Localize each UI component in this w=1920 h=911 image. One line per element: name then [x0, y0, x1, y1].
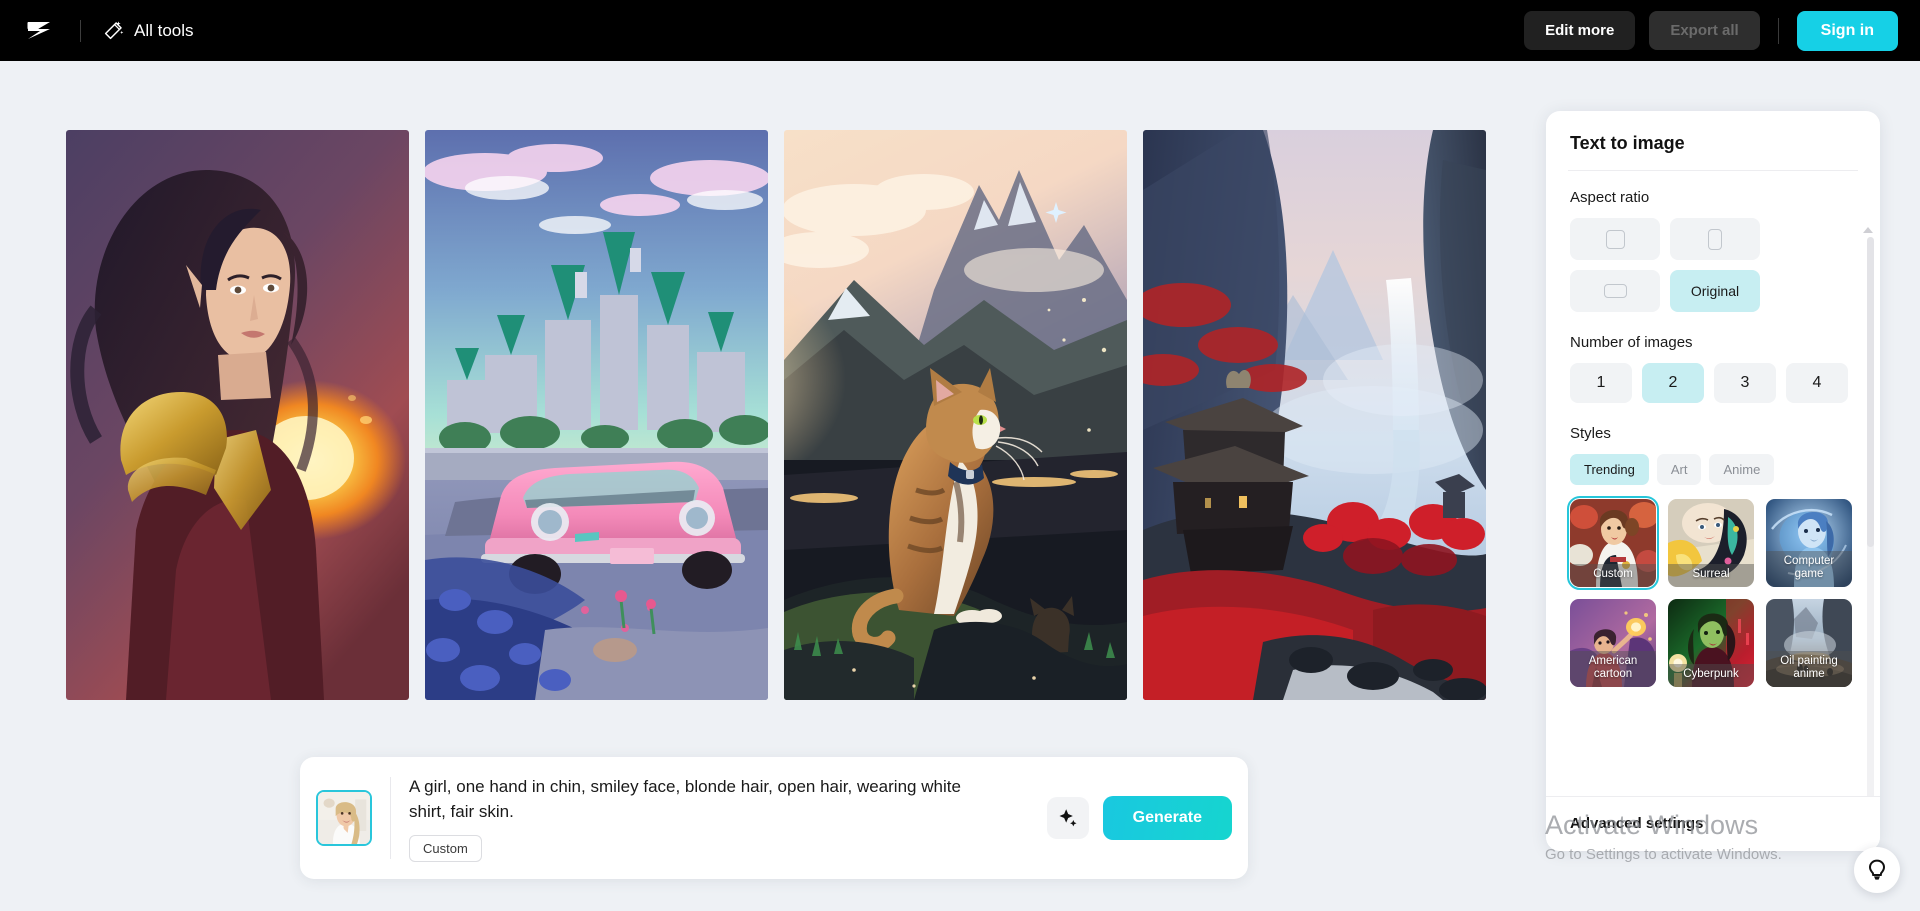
style-card-custom[interactable]: Custom: [1567, 496, 1659, 590]
scroll-up-arrow-icon[interactable]: [1863, 227, 1873, 233]
enhance-prompt-button[interactable]: [1046, 797, 1089, 839]
generated-image-3[interactable]: [784, 130, 1127, 700]
panel-body: Aspect ratio Original Number of images 1…: [1546, 171, 1880, 831]
aspect-ratio-original[interactable]: Original: [1670, 270, 1760, 312]
sparkle-icon: [1059, 809, 1077, 827]
number-of-images-options: 1 2 3 4: [1570, 363, 1856, 403]
generate-button[interactable]: Generate: [1102, 796, 1232, 840]
all-tools-button[interactable]: All tools: [103, 20, 194, 41]
topbar-action-divider: [1777, 17, 1779, 44]
style-card-custom-label: Custom: [1570, 564, 1656, 587]
style-card-american-cartoon-label: American cartoon: [1570, 651, 1656, 687]
prompt-text[interactable]: A girl, one hand in chin, smiley face, b…: [409, 774, 969, 824]
style-card-cyberpunk-label: Cyberpunk: [1668, 664, 1754, 687]
capcut-logo[interactable]: [24, 19, 54, 43]
landscape-ratio-icon: [1603, 284, 1627, 298]
style-card-computer-game[interactable]: Computer game: [1766, 499, 1852, 587]
style-card-surreal[interactable]: Surreal: [1668, 499, 1754, 587]
number-option-1[interactable]: 1: [1570, 363, 1632, 403]
aspect-ratio-square[interactable]: [1570, 218, 1660, 260]
top-bar: All tools Edit more Export all Sign in: [0, 0, 1920, 61]
number-of-images-label: Number of images: [1570, 334, 1693, 351]
lightbulb-icon: [1868, 859, 1886, 880]
aspect-ratio-portrait[interactable]: [1670, 218, 1760, 260]
magic-wand-icon: [104, 21, 124, 40]
reference-image-thumbnail[interactable]: [316, 790, 372, 846]
topbar-actions: Edit more Export all Sign in: [1524, 10, 1898, 51]
prompt-style-tag[interactable]: Custom: [409, 835, 482, 862]
capcut-logo-icon: [27, 21, 50, 39]
prompt-bar: A girl, one hand in chin, smiley face, b…: [300, 757, 1248, 879]
generated-image-gallery: [0, 130, 1530, 700]
styles-tab-anime[interactable]: Anime: [1709, 454, 1775, 485]
styles-label: Styles: [1570, 425, 1611, 442]
generated-image-1[interactable]: [66, 130, 409, 700]
style-card-oil-painting-anime[interactable]: Oil painting anime: [1766, 599, 1852, 687]
reference-image-art: [318, 792, 370, 844]
generated-image-2[interactable]: [425, 130, 768, 700]
all-tools-label: All tools: [134, 20, 194, 40]
style-card-oil-painting-anime-label: Oil painting anime: [1766, 651, 1852, 687]
prompt-divider: [390, 777, 391, 859]
help-button[interactable]: [1854, 847, 1900, 893]
generated-image-2-art: [425, 130, 768, 700]
text-to-image-panel: Text to image Aspect ratio Original Numb…: [1546, 111, 1880, 851]
sign-in-button[interactable]: Sign in: [1796, 10, 1898, 51]
panel-scrollbar-thumb[interactable]: [1867, 237, 1874, 547]
advanced-settings-link[interactable]: Advanced settings: [1570, 815, 1703, 832]
styles-tab-art[interactable]: Art: [1656, 454, 1702, 485]
panel-footer: Advanced settings: [1546, 796, 1880, 851]
style-card-computer-game-label: Computer game: [1766, 551, 1852, 587]
topbar-divider: [80, 19, 81, 42]
aspect-ratio-landscape[interactable]: [1570, 270, 1660, 312]
generated-image-4[interactable]: [1143, 130, 1486, 700]
panel-title: Text to image: [1570, 133, 1685, 153]
number-option-2[interactable]: 2: [1642, 363, 1704, 403]
styles-tabs: Trending Art Anime: [1570, 454, 1856, 485]
aspect-ratio-options: Original: [1570, 218, 1856, 312]
portrait-ratio-icon: [1708, 228, 1722, 250]
generated-image-4-art: [1143, 130, 1486, 700]
prompt-content: A girl, one hand in chin, smiley face, b…: [409, 774, 1047, 862]
styles-grid: Custom Surreal Computer game American ca…: [1567, 496, 1856, 687]
generated-image-1-art: [66, 130, 409, 700]
square-ratio-icon: [1605, 229, 1625, 249]
edit-more-button[interactable]: Edit more: [1524, 11, 1636, 50]
style-card-american-cartoon[interactable]: American cartoon: [1570, 599, 1656, 687]
styles-tab-trending[interactable]: Trending: [1570, 454, 1649, 485]
number-option-3[interactable]: 3: [1714, 363, 1776, 403]
prompt-actions: Generate: [1046, 796, 1232, 840]
aspect-ratio-label: Aspect ratio: [1570, 189, 1650, 206]
style-card-surreal-label: Surreal: [1668, 564, 1754, 587]
export-all-button[interactable]: Export all: [1649, 11, 1760, 50]
number-option-4[interactable]: 4: [1786, 363, 1848, 403]
style-card-cyberpunk[interactable]: Cyberpunk: [1668, 599, 1754, 687]
generated-image-3-art: [784, 130, 1127, 700]
